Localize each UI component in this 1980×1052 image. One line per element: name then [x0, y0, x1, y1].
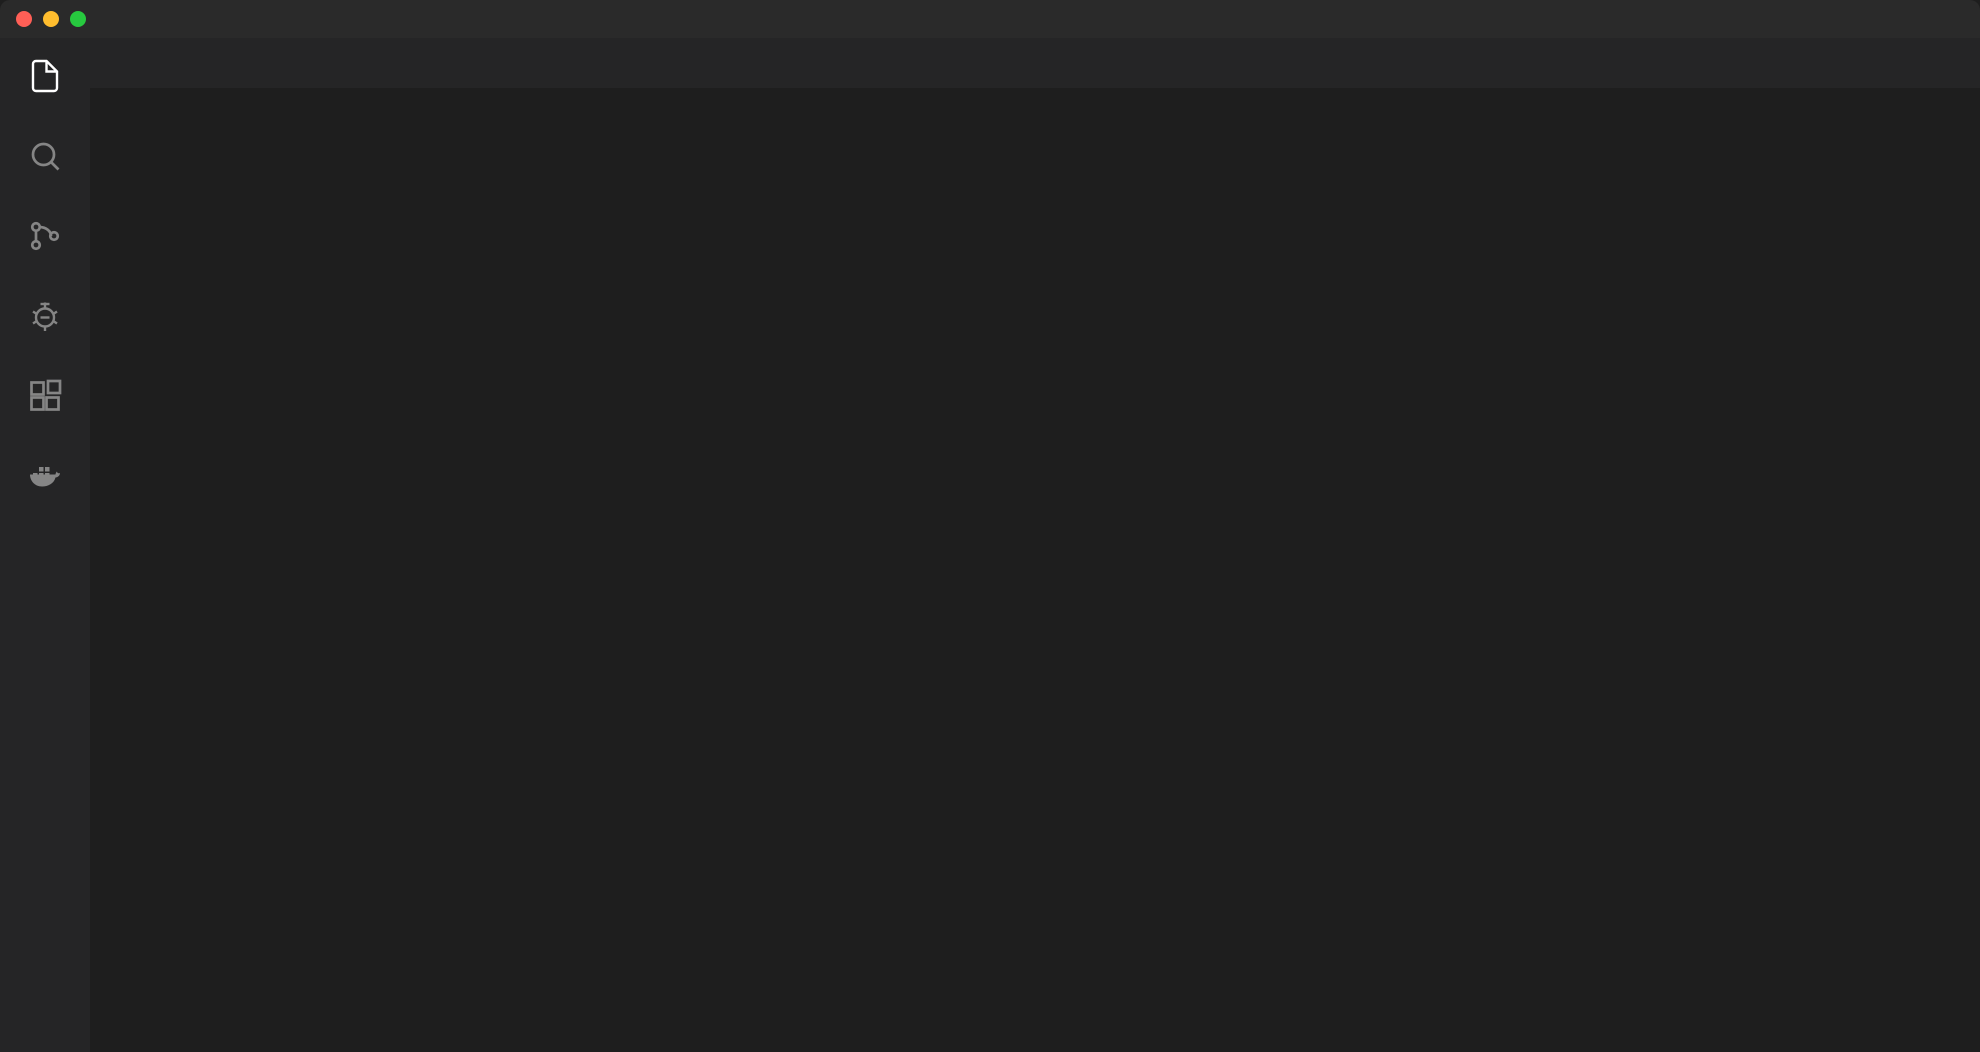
window-minimize-button[interactable]: [43, 11, 59, 27]
traffic-lights: [16, 11, 86, 27]
body: [0, 38, 1980, 1052]
extensions-icon[interactable]: [27, 378, 63, 414]
tabstrip: [90, 38, 1980, 88]
activity-bar: [0, 38, 90, 1052]
debug-icon[interactable]: [27, 298, 63, 334]
docker-icon[interactable]: [27, 458, 63, 494]
code-content[interactable]: [210, 126, 1980, 1052]
editor-area: [90, 38, 1980, 1052]
window-close-button[interactable]: [16, 11, 32, 27]
code-editor[interactable]: [90, 126, 1980, 1052]
titlebar: [0, 0, 1980, 38]
breadcrumbs[interactable]: [90, 88, 1980, 126]
source-control-icon[interactable]: [27, 218, 63, 254]
gutter[interactable]: [90, 126, 210, 1052]
window: [0, 0, 1980, 1052]
window-maximize-button[interactable]: [70, 11, 86, 27]
search-icon[interactable]: [27, 138, 63, 174]
explorer-icon[interactable]: [27, 58, 63, 94]
